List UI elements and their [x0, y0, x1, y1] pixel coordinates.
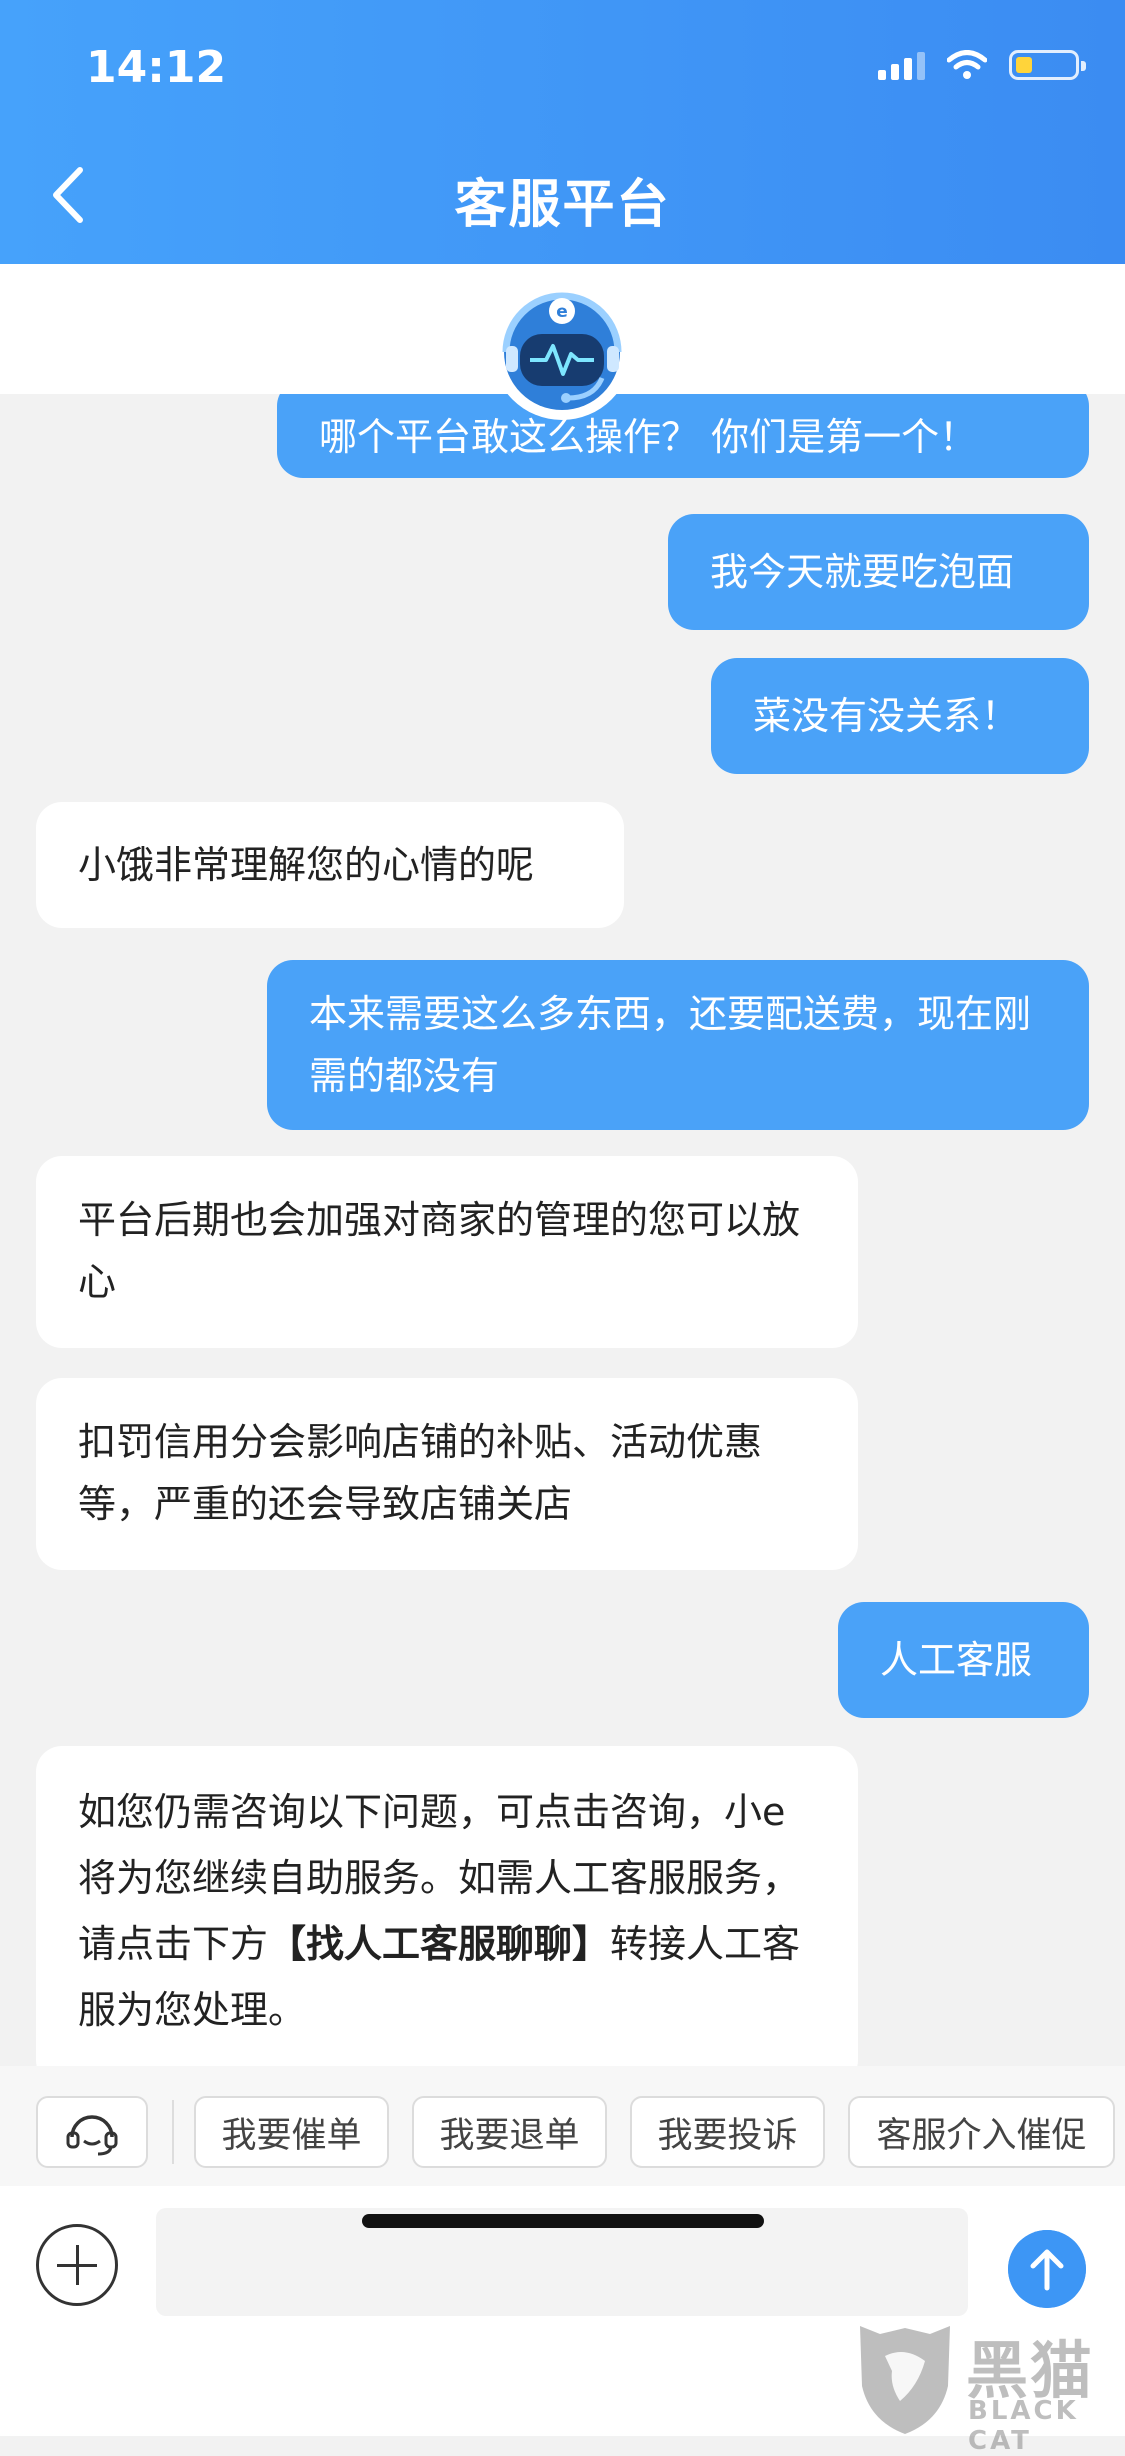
bot-message: 平台后期也会加强对商家的管理的您可以放心 [36, 1156, 858, 1348]
app-header: 14:12 客服平台 [0, 0, 1125, 264]
headset-button[interactable] [36, 2096, 148, 2168]
send-arrow-icon[interactable] [1008, 2230, 1086, 2308]
user-message: 本来需要这么多东西，还要配送费，现在刚需的都没有 [267, 960, 1089, 1130]
black-cat-logo-icon [860, 2326, 950, 2434]
bot-message: 扣罚信用分会影响店铺的补贴、活动优惠等，严重的还会导致店铺关店 [36, 1378, 858, 1570]
human-agent-link[interactable]: 【找人工客服聊聊】 [268, 1922, 610, 1966]
quick-action-button[interactable]: 我要投诉 [630, 2096, 825, 2168]
chat-list[interactable]: 哪个平台敢这么操作？ 你们是第一个！ 我今天就要吃泡面 菜没有没关系！ 小饿非常… [0, 394, 1125, 2066]
home-indicator [362, 2214, 764, 2228]
customer-service-avatar-icon: e [492, 280, 632, 420]
watermark: 黑猫 BLACK CAT [846, 2316, 1125, 2456]
signal-icon [878, 50, 925, 80]
watermark-en: BLACK CAT [968, 2396, 1079, 2456]
bot-message: 如您仍需咨询以下问题，可点击咨询，小e将为您继续自助服务。如需人工客服服务，请点… [36, 1746, 858, 2066]
status-icons [878, 50, 1086, 80]
quick-action-button[interactable]: 我要退单 [412, 2096, 607, 2168]
battery-icon [1009, 50, 1086, 80]
quick-action-button[interactable]: 我要催单 [194, 2096, 389, 2168]
user-message: 菜没有没关系！ [711, 658, 1089, 774]
plus-icon[interactable] [36, 2224, 118, 2306]
divider [172, 2100, 174, 2164]
svg-text:e: e [556, 302, 568, 322]
quick-actions-bar: 我要催单 我要退单 我要投诉 客服介入催促 [0, 2066, 1125, 2186]
page-title: 客服平台 [454, 175, 671, 235]
status-time: 14:12 [86, 42, 227, 93]
bot-message: 小饿非常理解您的心情的呢 [36, 802, 624, 928]
user-message: 哪个平台敢这么操作？ 你们是第一个！ [277, 394, 1089, 478]
user-message: 我今天就要吃泡面 [668, 514, 1089, 630]
user-message: 人工客服 [838, 1602, 1089, 1718]
headset-icon [66, 2115, 118, 2156]
quick-action-button[interactable]: 客服介入催促 [848, 2096, 1115, 2168]
wifi-icon [947, 50, 987, 79]
